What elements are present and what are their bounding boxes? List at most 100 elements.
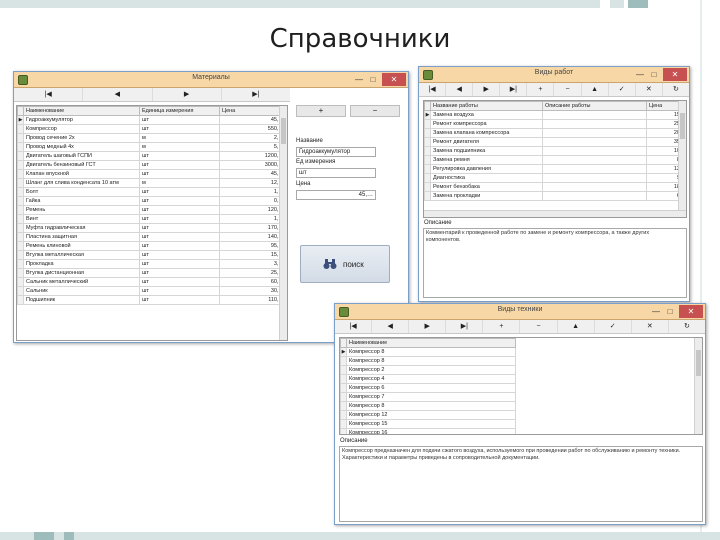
cell-material-price[interactable]: 5,… — [219, 142, 287, 152]
horizontal-scrollbar[interactable] — [424, 210, 686, 217]
nav-refresh-button[interactable]: ↻ — [669, 320, 705, 333]
cell-material-unit[interactable]: м — [139, 178, 220, 188]
table-row[interactable]: Провод сечение 2хм2,… — [17, 133, 287, 143]
nav-post-button[interactable]: ✓ — [595, 320, 632, 333]
nav-first-button[interactable]: |◀ — [14, 88, 84, 101]
nav-refresh-button[interactable]: ↻ — [663, 83, 689, 96]
cell-material-price[interactable]: 3,… — [219, 259, 287, 269]
nav-last-button[interactable]: ▶| — [222, 88, 290, 101]
cell-material-unit[interactable]: шт — [139, 196, 220, 206]
nav-prev-button[interactable]: ◀ — [83, 88, 153, 101]
maximize-button[interactable]: □ — [366, 73, 380, 86]
cell-material-unit[interactable]: шт — [139, 223, 220, 233]
nav-next-button[interactable]: ▶ — [473, 83, 501, 96]
materials-titlebar[interactable]: Материалы — □ ✕ — [14, 72, 408, 88]
table-row[interactable]: Компрессор 16 — [340, 428, 516, 434]
cell-part-name[interactable]: Компрессор 8 — [346, 356, 516, 366]
cell-material-name[interactable]: Винт — [23, 214, 140, 224]
scroll-thumb[interactable] — [680, 113, 685, 139]
cell-material-name[interactable]: Ремень — [23, 205, 140, 215]
cell-material-unit[interactable]: шт — [139, 232, 220, 242]
name-field[interactable]: Гидроаккумулятор — [296, 147, 376, 157]
table-row[interactable]: Двигатель шаговый ГСПИ шт 1200,… — [17, 151, 287, 161]
cell-work-description[interactable] — [542, 119, 647, 129]
cell-work-description[interactable] — [542, 173, 647, 183]
cell-material-price[interactable]: 110,… — [219, 295, 287, 305]
table-row[interactable]: Болтшт1,… — [17, 187, 287, 197]
work-description-memo[interactable]: Комментарий к проведенной работе по заме… — [423, 228, 687, 298]
table-row[interactable]: Ремень клиновой шт 95,… — [17, 241, 287, 251]
cell-material-unit[interactable]: шт — [139, 241, 220, 251]
cell-material-name[interactable]: Гайка — [23, 196, 140, 206]
cell-material-unit[interactable]: шт — [139, 160, 220, 170]
cell-part-name[interactable]: Компрессор 7 — [346, 392, 516, 402]
parts-titlebar[interactable]: Виды техники — □ ✕ — [335, 304, 705, 320]
table-row[interactable]: Клапан впускной шт 45,… — [17, 169, 287, 179]
table-row[interactable]: Компрессор 6 — [340, 383, 516, 393]
cell-part-name[interactable]: Компрессор 4 — [346, 374, 516, 384]
cell-material-name[interactable]: Провод медный 4х — [23, 142, 140, 152]
cell-material-unit[interactable]: м — [139, 133, 220, 143]
cell-material-name[interactable]: Втулка металлическая — [23, 250, 140, 260]
cell-work-name[interactable]: Замена клапана компрессора — [430, 128, 543, 138]
table-row[interactable]: ▶ Гидроаккумулятор шт 45,… — [17, 115, 287, 125]
table-row[interactable]: Ремень шт 120,… — [17, 205, 287, 215]
table-row[interactable]: Регулировка давления120 — [424, 164, 686, 174]
table-row[interactable]: Двигатель бензиновый ГСТ шт 3000,… — [17, 160, 287, 170]
close-button[interactable]: ✕ — [679, 305, 703, 318]
table-row[interactable]: Замена ремня80 — [424, 155, 686, 165]
table-row[interactable]: Провод медный 4хм5,… — [17, 142, 287, 152]
cell-part-name[interactable]: Компрессор 8 — [346, 347, 516, 357]
vertical-scrollbar[interactable] — [279, 106, 287, 340]
table-row[interactable]: Подшипник шт 110,… — [17, 295, 287, 305]
cell-material-name[interactable]: Сальник — [23, 286, 140, 296]
cell-material-name[interactable]: Сальник металлический — [23, 277, 140, 287]
cell-material-name[interactable]: Компрессор — [23, 124, 140, 134]
cell-work-description[interactable] — [542, 191, 647, 201]
close-button[interactable]: ✕ — [663, 68, 687, 81]
cell-material-unit[interactable]: шт — [139, 124, 220, 134]
cell-material-unit[interactable]: шт — [139, 268, 220, 278]
cell-material-price[interactable]: 2,… — [219, 133, 287, 143]
cell-work-description[interactable] — [542, 182, 647, 192]
minimize-button[interactable]: — — [633, 68, 647, 81]
maximize-button[interactable]: □ — [663, 305, 677, 318]
table-row[interactable]: Компрессор 8 — [340, 401, 516, 411]
table-row[interactable]: Ремонт компрессора250 — [424, 119, 686, 129]
cell-material-unit[interactable]: шт — [139, 205, 220, 215]
cell-material-price[interactable]: 45,… — [219, 169, 287, 179]
table-row[interactable]: Компрессор 8 — [340, 356, 516, 366]
cell-part-name[interactable]: Компрессор 6 — [346, 383, 516, 393]
table-row[interactable]: Муфта гидравлическая шт 170,… — [17, 223, 287, 233]
table-row[interactable]: Винтшт1,… — [17, 214, 287, 224]
cell-work-description[interactable] — [542, 110, 647, 120]
col-header-name[interactable]: Наименование — [23, 106, 140, 116]
table-row[interactable]: Ремонт бензобака180 — [424, 182, 686, 192]
cell-material-price[interactable]: 45,… — [219, 115, 287, 125]
nav-cancel-button[interactable]: ✕ — [636, 83, 663, 96]
cell-part-name[interactable]: Компрессор 15 — [346, 419, 516, 429]
cell-material-unit[interactable]: шт — [139, 286, 220, 296]
cell-material-price[interactable]: 140,… — [219, 232, 287, 242]
cell-material-unit[interactable]: шт — [139, 259, 220, 269]
cell-material-unit[interactable]: шт — [139, 151, 220, 161]
cell-material-name[interactable]: Шланг для слива конденсата 10 атм — [23, 178, 140, 188]
col-header-work-name[interactable]: Название работы — [430, 101, 543, 111]
col-header-part-name[interactable]: Наименование — [346, 338, 516, 348]
cell-material-name[interactable]: Втулка дистанционная — [23, 268, 140, 278]
nav-post-button[interactable]: ✓ — [609, 83, 636, 96]
worktypes-grid[interactable]: Название работы Описание работы Цена ▶ За… — [423, 100, 687, 218]
table-row[interactable]: Компрессор 15 — [340, 419, 516, 429]
table-row[interactable]: Втулка дистанционная шт 25,… — [17, 268, 287, 278]
cell-material-price[interactable]: 0,… — [219, 196, 287, 206]
cell-material-unit[interactable]: шт — [139, 277, 220, 287]
cell-part-name[interactable]: Компрессор 2 — [346, 365, 516, 375]
cell-material-price[interactable]: 3000,… — [219, 160, 287, 170]
cell-work-description[interactable] — [542, 164, 647, 174]
add-record-button[interactable]: + — [296, 105, 346, 117]
vertical-scrollbar[interactable] — [678, 101, 686, 210]
cell-material-price[interactable]: 95,… — [219, 241, 287, 251]
cell-material-name[interactable]: Прокладка — [23, 259, 140, 269]
minimize-button[interactable]: — — [352, 73, 366, 86]
cell-material-price[interactable]: 550,… — [219, 124, 287, 134]
